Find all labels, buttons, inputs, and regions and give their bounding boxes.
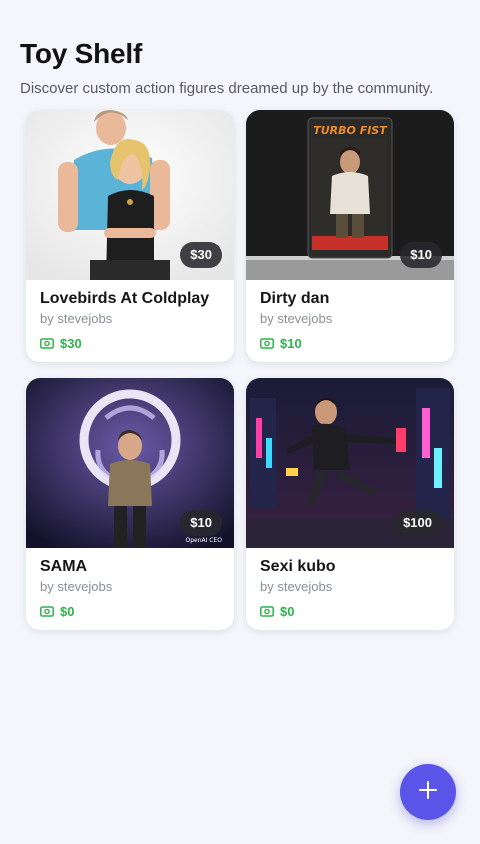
price-badge: $100 [393, 510, 442, 536]
earnings-row: $10 [260, 336, 440, 351]
page-title: Toy Shelf [20, 38, 143, 69]
toy-image: TURBO FIST $10 [246, 110, 454, 280]
page-subtitle: Discover custom action figures dreamed u… [20, 80, 434, 97]
box-brand-text: TURBO FIST [313, 124, 388, 137]
money-icon [40, 606, 54, 617]
plus-icon [418, 780, 438, 805]
money-icon [260, 606, 274, 617]
toy-card[interactable]: $30 Lovebirds At Coldplay by stevejobs $… [26, 110, 234, 362]
image-watermark: OpenAI CEO [185, 537, 222, 544]
add-toy-button[interactable] [400, 764, 456, 820]
price-badge: $30 [180, 242, 222, 268]
toy-grid: $30 Lovebirds At Coldplay by stevejobs $… [26, 110, 454, 630]
earnings-amount: $10 [280, 336, 302, 351]
toy-author: by stevejobs [260, 311, 333, 326]
toy-image: $100 [246, 378, 454, 548]
toy-name: Sexi kubo [260, 558, 336, 575]
toy-card[interactable]: $100 Sexi kubo by stevejobs $0 [246, 378, 454, 630]
earnings-row: $30 [40, 336, 220, 351]
price-badge: $10 [180, 510, 222, 536]
toy-author: by stevejobs [40, 579, 113, 594]
earnings-row: $0 [260, 604, 440, 619]
price-badge: $10 [400, 242, 442, 268]
toy-author: by stevejobs [260, 579, 333, 594]
toy-name: SAMA [40, 558, 88, 575]
toy-name: Lovebirds At Coldplay [40, 290, 210, 307]
money-icon [260, 338, 274, 349]
earnings-amount: $0 [60, 604, 75, 619]
toy-image: $30 [26, 110, 234, 280]
toy-name: Dirty dan [260, 290, 330, 307]
toy-card[interactable]: TURBO FIST $10 Dirty dan by stevejobs $1… [246, 110, 454, 362]
toy-card[interactable]: OpenAI CEO $10 SAMA by stevejobs $0 [26, 378, 234, 630]
earnings-amount: $30 [60, 336, 82, 351]
earnings-amount: $0 [280, 604, 295, 619]
toy-image: OpenAI CEO $10 [26, 378, 234, 548]
page-header: Toy Shelf Discover custom action figures… [20, 38, 460, 97]
earnings-row: $0 [40, 604, 220, 619]
toy-author: by stevejobs [40, 311, 113, 326]
money-icon [40, 338, 54, 349]
